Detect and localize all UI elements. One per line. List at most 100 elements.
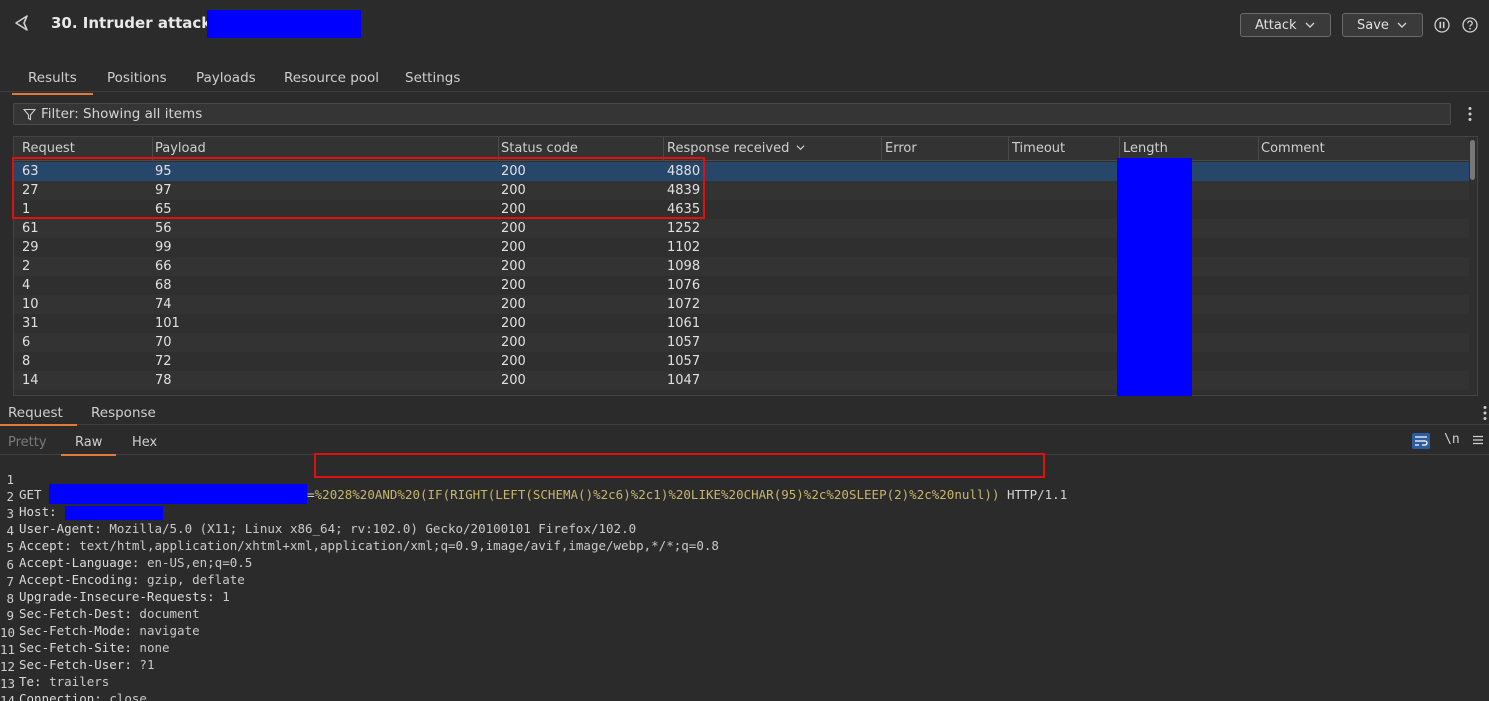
table-scrollbar[interactable]: [1470, 140, 1475, 180]
tab-positions[interactable]: Positions: [107, 70, 167, 86]
column-header-length[interactable]: Length: [1123, 141, 1168, 156]
column-header-status-code[interactable]: Status code: [501, 141, 578, 156]
table-row[interactable]: 2 66 200 1098: [14, 257, 1469, 276]
table-row[interactable]: 61 56 200 1252: [14, 219, 1469, 238]
sort-descending-icon: [796, 145, 805, 151]
cell-payload: 72: [155, 354, 172, 369]
editor-line: 13 Connection: close: [0, 661, 147, 701]
table-row[interactable]: 8 72 200 1057: [14, 352, 1469, 371]
highlight-box-payload: [314, 453, 1045, 478]
pause-icon[interactable]: [1434, 17, 1450, 33]
column-header-response-received[interactable]: Response received: [667, 141, 805, 156]
tab-raw[interactable]: Raw: [60, 435, 117, 456]
editor-line: 10 Sec-Fetch-Site: none: [0, 610, 170, 655]
cell-request: 61: [22, 221, 39, 236]
attack-button[interactable]: Attack: [1240, 13, 1331, 37]
editor-line: 12 Te: trailers: [0, 644, 109, 689]
cell-status: 200: [501, 297, 526, 312]
table-row[interactable]: 31 101 200 1061: [14, 314, 1469, 333]
tab-pretty[interactable]: Pretty: [8, 435, 47, 450]
editor-line: 7 Upgrade-Insecure-Requests: 1: [0, 559, 229, 604]
cell-request: 14: [22, 373, 39, 388]
header-value: trailers: [41, 674, 110, 689]
editor-line: 2 Host:: [0, 474, 163, 520]
tab-resource-pool[interactable]: Resource pool: [284, 70, 379, 86]
redacted-host: [64, 505, 163, 520]
cell-status: 200: [501, 240, 526, 255]
tab-hex[interactable]: Hex: [132, 435, 157, 450]
equals-sign: =: [307, 487, 315, 502]
main-tabs: Results Positions Payloads Resource pool…: [0, 64, 1489, 95]
table-row[interactable]: 14 78 200 1047: [14, 371, 1469, 390]
save-button[interactable]: Save: [1342, 13, 1423, 37]
cell-status: 200: [501, 259, 526, 274]
editor-line: 3 User-Agent: Mozilla/5.0 (X11; Linux x8…: [0, 491, 636, 536]
chevron-down-icon: [1397, 22, 1407, 28]
cell-response: 1057: [667, 354, 701, 369]
column-header-timeout[interactable]: Timeout: [1012, 141, 1065, 156]
cell-response: 1047: [667, 373, 701, 388]
http-protocol: HTTP/1.1: [999, 487, 1068, 502]
editor-line: 8 Sec-Fetch-Dest: document: [0, 576, 199, 621]
header-value: 1: [214, 589, 230, 604]
hamburger-menu-icon[interactable]: [1473, 435, 1483, 445]
editor-line: 6 Accept-Encoding: gzip, deflate: [0, 542, 244, 587]
cell-request: 29: [22, 240, 39, 255]
kebab-menu-icon[interactable]: [1483, 405, 1487, 421]
kebab-menu-icon[interactable]: [1468, 106, 1472, 122]
table-row[interactable]: 4 68 200 1076: [14, 276, 1469, 295]
column-header-payload[interactable]: Payload: [155, 141, 206, 156]
message-tabs: Request Response: [0, 403, 1489, 426]
tab-response[interactable]: Response: [91, 405, 156, 421]
column-header-error[interactable]: Error: [885, 141, 917, 156]
cell-status: 200: [501, 221, 526, 236]
column-header-comment[interactable]: Comment: [1261, 141, 1325, 156]
line-number: 14: [0, 693, 16, 701]
table-row[interactable]: 6 70 200 1057: [14, 333, 1469, 352]
request-editor[interactable]: 1 GET =%2028%20AND%20(IF(RIGHT(LEFT(SCHE…: [0, 456, 1489, 701]
tab-settings[interactable]: Settings: [405, 70, 460, 86]
cell-request: 8: [22, 354, 31, 369]
column-header-request[interactable]: Request: [22, 141, 75, 156]
word-wrap-icon[interactable]: [1412, 433, 1430, 449]
attack-button-label: Attack: [1255, 17, 1297, 33]
redacted-target: [207, 10, 361, 38]
header-key: Accept-Language:: [19, 555, 140, 570]
header-key: Sec-Fetch-Site:: [19, 640, 132, 655]
cell-payload: 74: [155, 297, 172, 312]
header-value: none: [131, 640, 170, 655]
show-newlines-icon[interactable]: \n: [1444, 432, 1460, 447]
cell-payload: 78: [155, 373, 172, 388]
header-value: ?1: [131, 657, 155, 672]
header-key: Upgrade-Insecure-Requests:: [19, 589, 215, 604]
tab-results[interactable]: Results: [12, 70, 93, 95]
cell-payload: 56: [155, 221, 172, 236]
injection-payload: %2028%20AND%20(IF(RIGHT(LEFT(SCHEMA()%2c…: [314, 487, 1000, 502]
cell-response: 1057: [667, 335, 701, 350]
header-key: Sec-Fetch-User:: [19, 657, 132, 672]
editor-line: 11 Sec-Fetch-User: ?1: [0, 627, 154, 672]
tab-payloads[interactable]: Payloads: [196, 70, 256, 86]
cell-payload: 99: [155, 240, 172, 255]
header-value: Mozilla/5.0 (X11; Linux x86_64; rv:102.0…: [101, 521, 637, 536]
editor-line: 4 Accept: text/html,application/xhtml+xm…: [0, 508, 718, 553]
header-key: Accept-Encoding:: [19, 572, 140, 587]
column-header-response-label: Response received: [667, 141, 790, 156]
cell-status: 200: [501, 335, 526, 350]
tab-request[interactable]: Request: [0, 405, 77, 426]
header-value: text/html,application/xhtml+xml,applicat…: [71, 538, 719, 553]
table-row[interactable]: 29 99 200 1102: [14, 238, 1469, 257]
help-icon[interactable]: [1462, 17, 1478, 33]
cell-response: 1252: [667, 221, 701, 236]
top-bar: 30. Intruder attack of Attack Save: [0, 0, 1489, 50]
cell-request: 6: [22, 335, 31, 350]
cell-request: 31: [22, 316, 39, 331]
filter-text: Filter: Showing all items: [41, 106, 203, 122]
table-row[interactable]: 10 74 200 1072: [14, 295, 1469, 314]
editor-line: 14: [0, 678, 30, 701]
back-arrow-icon[interactable]: [12, 13, 32, 33]
filter-bar[interactable]: Filter: Showing all items: [13, 103, 1451, 125]
editor-line: 1 GET =%2028%20AND%20(IF(RIGHT(LEFT(SCHE…: [0, 457, 1067, 504]
wrap-lines-icon: [1415, 436, 1428, 446]
header-value: gzip, deflate: [139, 572, 245, 587]
